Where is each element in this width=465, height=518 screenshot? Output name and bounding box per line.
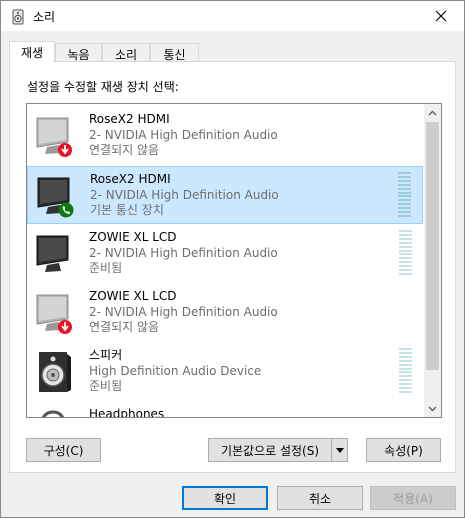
scroll-down-button[interactable] xyxy=(424,400,441,417)
monitor-icon xyxy=(36,117,72,157)
ok-button[interactable]: 확인 xyxy=(182,486,268,510)
configure-button-label: 구성(C) xyxy=(43,443,84,458)
properties-button-label: 속성(P) xyxy=(384,443,423,458)
device-item[interactable]: Headphones xyxy=(27,402,423,418)
device-name: RoseX2 HDMI xyxy=(90,172,171,186)
device-name: ZOWIE XL LCD xyxy=(89,230,177,244)
set-default-button-label: 기본값으로 설정(S) xyxy=(220,443,320,458)
set-default-split-button[interactable]: 기본값으로 설정(S) xyxy=(208,438,348,462)
disconnected-badge-icon xyxy=(58,143,72,157)
apply-button[interactable]: 적용(A) xyxy=(370,486,456,510)
headphones-icon xyxy=(42,410,64,417)
playback-panel: 설정을 수정할 재생 장치 선택: RoseX2 HDMI 2- NVIDIA … xyxy=(9,61,456,473)
device-status: 연결되지 않음 xyxy=(89,320,160,334)
tab-sounds[interactable]: 소리 xyxy=(102,43,150,62)
tab-recording[interactable]: 녹음 xyxy=(55,43,102,62)
device-description: High Definition Audio Device xyxy=(89,363,262,378)
scroll-up-button[interactable] xyxy=(424,104,441,121)
sound-dialog: 소리 재생 녹음 소리 통신 설정을 수정할 재생 장치 선택: RoseX2 … xyxy=(0,0,465,518)
device-description: 2- NVIDIA High Definition Audio xyxy=(89,245,278,260)
set-default-dropdown-arrow[interactable] xyxy=(331,439,347,461)
device-select-prompt: 설정을 수정할 재생 장치 선택: xyxy=(27,80,179,94)
configure-button[interactable]: 구성(C) xyxy=(26,438,101,462)
vertical-scrollbar[interactable] xyxy=(424,104,441,417)
volume-meter xyxy=(399,348,412,393)
cancel-button-label: 취소 xyxy=(308,491,332,506)
disconnected-badge-icon xyxy=(58,320,72,334)
device-item[interactable]: ZOWIE XL LCD 2- NVIDIA High Definition A… xyxy=(27,284,423,342)
chevron-down-icon xyxy=(428,406,437,411)
device-name: RoseX2 HDMI xyxy=(89,112,170,126)
apply-button-label: 적용(A) xyxy=(393,491,433,506)
communication-phone-badge-icon xyxy=(58,202,74,218)
device-name: Headphones xyxy=(89,407,165,418)
title-bar: 소리 xyxy=(1,1,464,31)
caret-down-icon xyxy=(335,447,344,453)
ok-button-label: 확인 xyxy=(213,491,237,506)
speaker-app-icon xyxy=(12,9,24,25)
volume-meter xyxy=(398,172,411,217)
device-status: 연결되지 않음 xyxy=(89,143,160,157)
device-item[interactable]: ZOWIE XL LCD 2- NVIDIA High Definition A… xyxy=(27,225,423,283)
device-description: 2- NVIDIA High Definition Audio xyxy=(90,187,279,202)
device-description: 2- NVIDIA High Definition Audio xyxy=(89,304,278,319)
speaker-icon xyxy=(39,352,71,392)
device-status: 준비됨 xyxy=(89,379,123,393)
tab-playback[interactable]: 재생 xyxy=(9,41,55,63)
device-status: 기본 통신 장치 xyxy=(90,203,164,217)
monitor-icon xyxy=(36,294,72,334)
window-title: 소리 xyxy=(33,10,56,24)
device-list[interactable]: RoseX2 HDMI 2- NVIDIA High Definition Au… xyxy=(26,103,442,418)
device-item-selected[interactable]: RoseX2 HDMI 2- NVIDIA High Definition Au… xyxy=(27,166,423,224)
device-item[interactable]: 스피커 High Definition Audio Device 준비됨 xyxy=(27,343,423,401)
monitor-icon xyxy=(37,177,74,218)
tab-communications[interactable]: 통신 xyxy=(150,43,199,62)
chevron-up-icon xyxy=(428,110,437,115)
device-name: ZOWIE XL LCD xyxy=(89,289,177,303)
device-status: 준비됨 xyxy=(89,261,123,275)
scroll-thumb[interactable] xyxy=(426,122,439,370)
close-button[interactable] xyxy=(418,1,464,31)
properties-button[interactable]: 속성(P) xyxy=(366,438,441,462)
cancel-button[interactable]: 취소 xyxy=(277,486,363,510)
close-icon xyxy=(435,10,447,22)
volume-meter xyxy=(399,230,412,275)
device-description: 2- NVIDIA High Definition Audio xyxy=(89,127,278,142)
device-item[interactable]: RoseX2 HDMI 2- NVIDIA High Definition Au… xyxy=(27,107,423,165)
monitor-icon xyxy=(36,235,69,272)
device-name: 스피커 xyxy=(89,348,123,362)
